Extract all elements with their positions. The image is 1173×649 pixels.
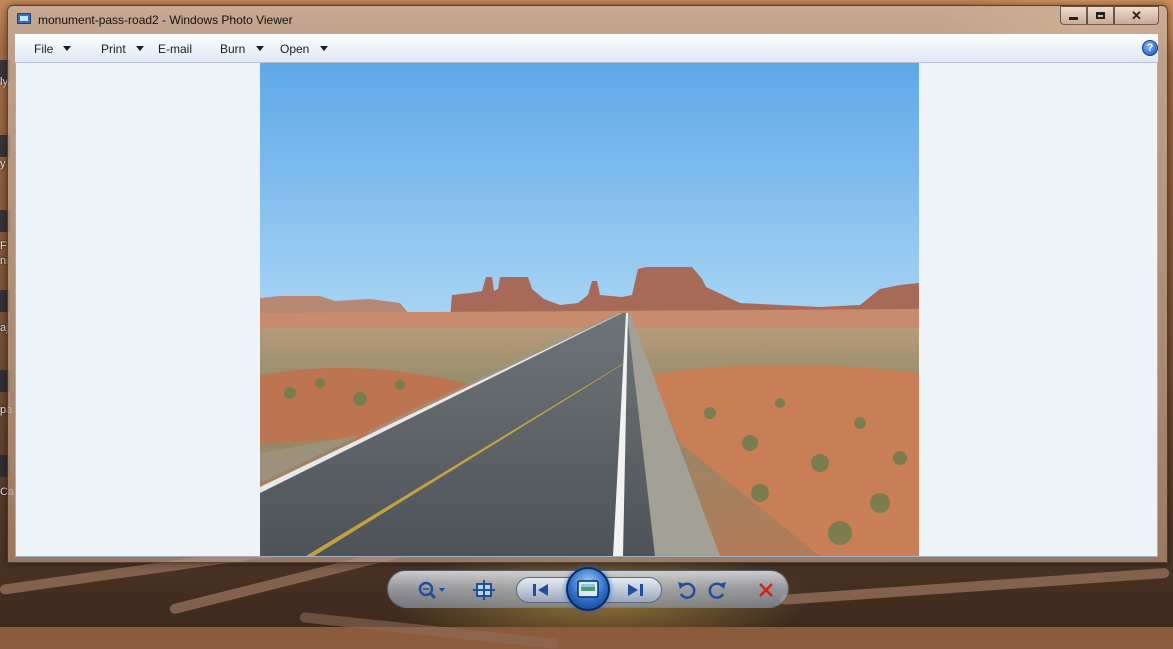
maximize-icon [1096,12,1105,19]
rotate-counterclockwise-button[interactable] [674,578,698,602]
menu-open[interactable]: Open [280,34,329,63]
bottom-toolbar [387,567,789,611]
rotate-cw-icon [708,582,726,599]
desktop-icon-label: F [0,240,7,252]
menu-email[interactable]: E-mail [158,34,192,63]
rotate-ccw-icon [678,582,696,599]
photo-viewer-app-icon [17,13,31,24]
menu-open-label: Open [280,41,310,56]
chevron-down-icon [320,46,329,51]
chevron-down-icon [63,46,72,51]
close-button[interactable]: ✕ [1114,6,1159,25]
actual-size-button[interactable] [470,578,498,602]
maximize-button[interactable] [1087,6,1114,25]
help-icon: ? [1146,42,1154,54]
next-button[interactable] [621,580,649,600]
menu-file[interactable]: File [34,34,72,63]
menu-print-label: Print [101,41,126,56]
title-bar[interactable]: monument-pass-road2 - Windows Photo View… [8,6,1167,34]
fence-rail [779,567,1170,605]
slideshow-icon [577,580,599,598]
next-icon [628,584,643,596]
displayed-photo[interactable] [260,63,919,556]
zoom-button[interactable] [414,578,450,602]
previous-icon [533,584,548,596]
delete-button[interactable] [752,578,780,602]
menu-bar: File Print E-mail Burn Open ? [15,34,1158,63]
help-button[interactable]: ? [1142,40,1158,56]
fit-window-icon [473,580,495,600]
magnifier-icon [418,581,445,600]
chevron-down-icon [256,46,265,51]
window-title: monument-pass-road2 - Windows Photo View… [38,13,293,27]
previous-button[interactable] [527,580,555,600]
desktop-icon-label: y [0,158,6,170]
rotate-clockwise-button[interactable] [706,578,730,602]
photo-viewer-window: monument-pass-road2 - Windows Photo View… [7,5,1168,563]
fence-rail [299,612,560,649]
minimize-button[interactable] [1060,6,1087,25]
menu-print[interactable]: Print [101,34,144,63]
close-icon: ✕ [1131,7,1142,23]
menu-file-label: File [34,41,54,56]
menu-burn[interactable]: Burn [220,34,265,63]
menu-email-label: E-mail [158,41,193,56]
menu-burn-label: Burn [220,41,246,56]
minimize-icon [1069,17,1078,20]
slideshow-button[interactable] [566,567,610,611]
desert-road-photo [260,63,919,556]
delete-icon [759,583,773,597]
chevron-down-icon [135,46,144,51]
image-viewing-area [15,63,1158,557]
